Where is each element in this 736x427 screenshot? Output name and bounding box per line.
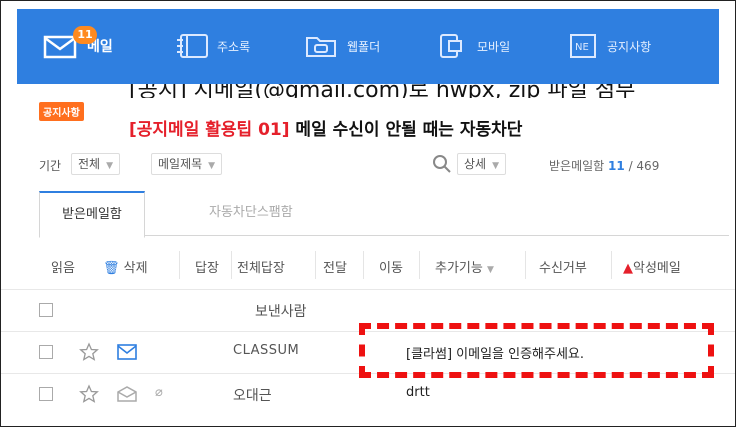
divider — [315, 251, 316, 279]
block-sender-button[interactable]: 수신거부 — [539, 257, 587, 276]
divider — [179, 251, 180, 279]
total-count: / 469 — [628, 159, 660, 173]
chevron-down-icon: ▼ — [486, 265, 494, 275]
star-icon[interactable] — [79, 342, 99, 366]
period-select[interactable]: 전체 ▼ — [71, 153, 121, 175]
reply-button[interactable]: 답장 — [195, 257, 219, 276]
divider — [611, 251, 612, 279]
star-icon[interactable] — [79, 384, 99, 408]
read-mail-icon[interactable] — [117, 386, 137, 406]
nav-mobile-label: 모바일 — [477, 39, 511, 54]
nav-address-book[interactable]: 주소록 — [173, 29, 250, 63]
notice-body: 메일 수신이 안될 때는 자동차단 — [289, 120, 523, 140]
nav-address-book-label: 주소록 — [217, 39, 251, 54]
forward-button[interactable]: 전달 — [323, 257, 347, 276]
malicious-mail-label: 악성메일 — [633, 261, 681, 276]
row-checkbox[interactable] — [39, 345, 53, 359]
mailbox-tabs: 받은메일함 자동차단스팸함 — [39, 191, 729, 238]
notice-tag: 공지사항 — [39, 102, 84, 121]
nav-notice-label: 공지사항 — [607, 39, 652, 54]
mail-icon: 11 — [43, 26, 97, 60]
row-checkbox[interactable] — [39, 387, 53, 401]
attachment-icon: ⌀ — [155, 385, 163, 400]
reply-all-button[interactable]: 전체답장 — [237, 257, 285, 276]
more-actions-button[interactable]: 추가기능 ▼ — [435, 257, 494, 276]
top-nav: 11 메일 주소록 웹폴더 모바일 NE 공지사항 — [17, 9, 719, 84]
inbox-label: 받은메일함 — [549, 159, 605, 173]
field-value: 메일제목 — [158, 157, 203, 171]
field-select[interactable]: 메일제목 ▼ — [151, 153, 223, 175]
divider — [231, 251, 232, 279]
mobile-icon — [433, 32, 471, 60]
unread-mail-icon[interactable] — [117, 344, 137, 364]
move-button[interactable]: 이동 — [379, 257, 403, 276]
nav-mobile[interactable]: 모바일 — [433, 29, 510, 63]
mail-count: 받은메일함 11 / 469 — [549, 157, 659, 174]
filter-bar: 기간 전체 ▼ 메일제목 ▼ 상세 ▼ 받은메일함 11 / 469 — [39, 153, 729, 175]
highlight-box — [359, 323, 714, 378]
mail-window: 11 메일 주소록 웹폴더 모바일 NE 공지사항 [공지] 지메일(@gmai… — [0, 0, 736, 427]
tab-inbox[interactable]: 받은메일함 — [39, 191, 145, 238]
nav-notice[interactable]: NE 공지사항 — [563, 29, 651, 63]
sender[interactable]: CLASSUM — [233, 343, 299, 358]
period-label: 기간 — [39, 159, 62, 173]
chevron-down-icon: ▼ — [492, 161, 500, 171]
detail-value: 상세 — [464, 157, 487, 171]
period-value: 전체 — [78, 157, 101, 171]
notice-icon: NE — [563, 32, 601, 60]
svg-text:NE: NE — [575, 42, 589, 53]
nav-webfolder[interactable]: 웹폴더 — [303, 29, 380, 63]
nav-mail[interactable]: 11 메일 — [43, 26, 113, 63]
unread-badge: 11 — [73, 26, 97, 44]
notice-line[interactable]: [공지메일 활용팁 01] 메일 수신이 안될 때는 자동차단 — [129, 115, 522, 140]
tab-spam[interactable]: 자동차단스팸함 — [189, 191, 313, 235]
delete-label: 삭제 — [123, 261, 148, 276]
address-book-icon — [173, 32, 211, 60]
divider — [363, 251, 364, 279]
detail-select[interactable]: 상세 ▼ — [457, 153, 507, 175]
chevron-down-icon: ▼ — [106, 161, 114, 171]
unread-count: 11 — [608, 159, 625, 173]
subject[interactable]: drtt — [406, 385, 430, 400]
sender-column-header: 보낸사람 — [255, 304, 307, 320]
warning-icon: ▲ — [623, 261, 633, 276]
more-actions-label: 추가기능 — [435, 261, 483, 276]
read-button[interactable]: 읽음 — [51, 257, 75, 276]
sender[interactable]: 오대근 — [233, 385, 272, 405]
malicious-mail-button[interactable]: ▲악성메일 — [623, 257, 681, 276]
folder-icon — [303, 32, 341, 60]
chevron-down-icon: ▼ — [208, 161, 216, 171]
select-all-checkbox[interactable] — [39, 303, 53, 317]
trash-icon: 🗑 — [103, 261, 120, 276]
divider — [419, 251, 420, 279]
action-bar: 읽음 🗑 삭제 답장 전체답장 전달 이동 추가기능 ▼ 수신거부 ▲악성메일 — [39, 245, 729, 285]
notice-line-partial[interactable]: [공지] 지메일(@gmail.com)로 hwpx, zip 파일 첨부 — [129, 84, 635, 98]
delete-button[interactable]: 🗑 삭제 — [103, 257, 148, 276]
search-icon[interactable] — [431, 153, 453, 175]
divider — [525, 251, 526, 279]
notice-title: [공지메일 활용팁 01] — [129, 120, 290, 140]
nav-webfolder-label: 웹폴더 — [347, 39, 381, 54]
table-row[interactable]: ⌀ 오대근 drtt — [1, 373, 735, 414]
